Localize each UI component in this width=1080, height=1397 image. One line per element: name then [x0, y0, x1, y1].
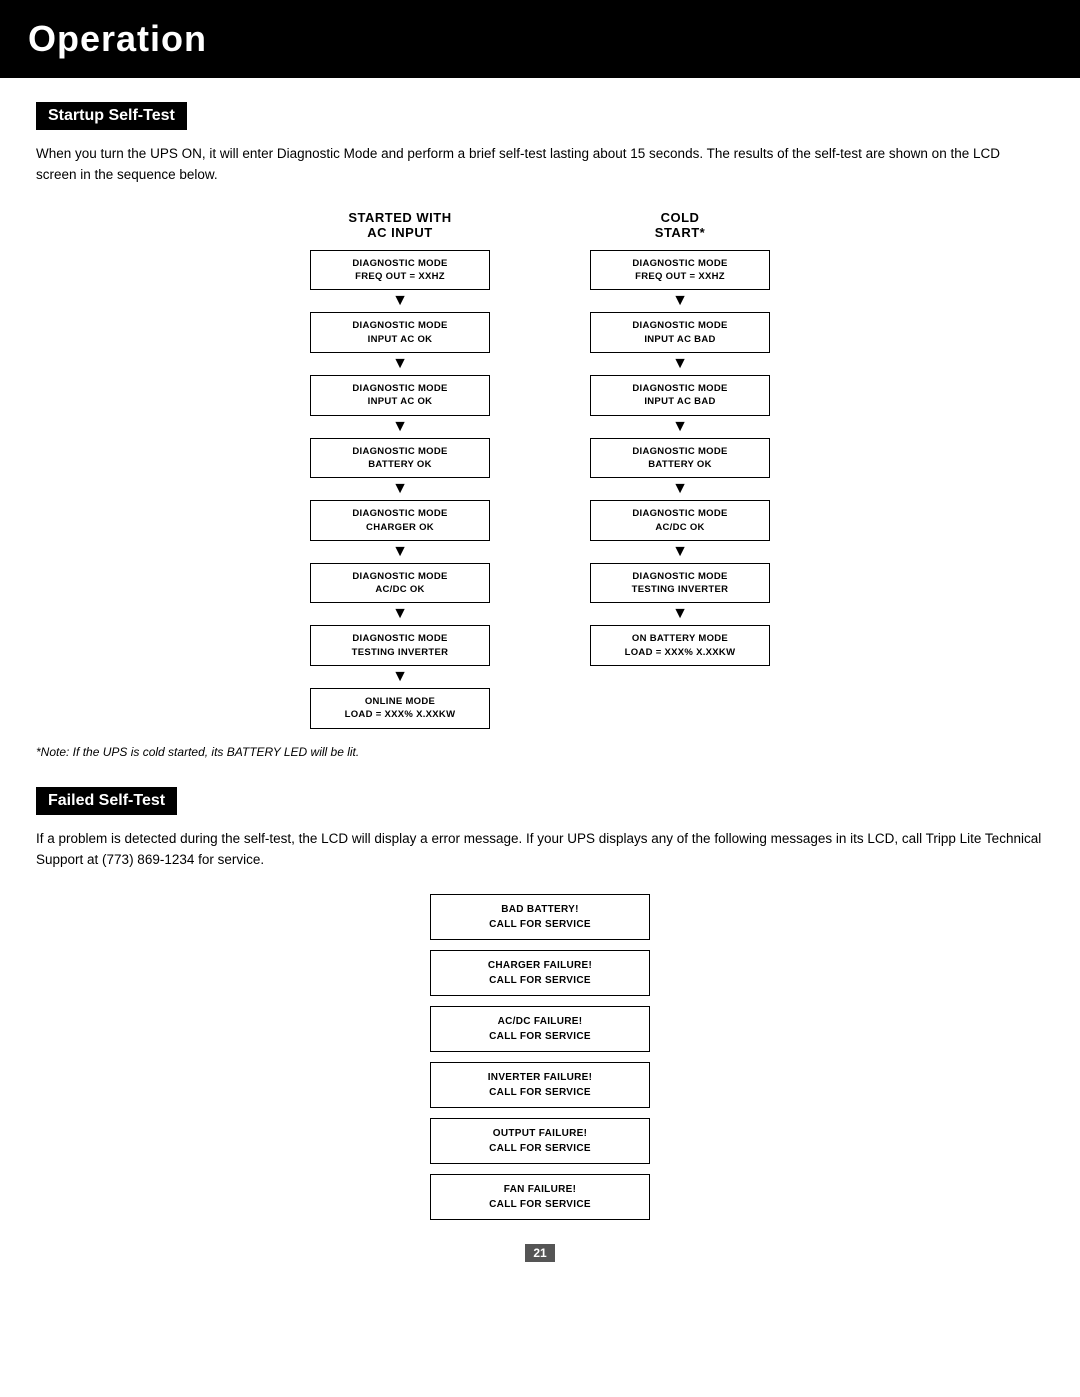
col2-arrow-1: ▼ — [672, 356, 688, 372]
failure-box-4: OUTPUT FAILURE! CALL FOR SERVICE — [430, 1118, 650, 1164]
col1-box-5: DIAGNOSTIC MODE AC/DC OK — [310, 563, 490, 604]
col1-header: Started With AC Input — [348, 210, 451, 240]
flowchart: Started With AC Input DIAGNOSTIC MODE FR… — [36, 210, 1044, 729]
col2-arrow-5: ▼ — [672, 606, 688, 622]
col1-arrow-6: ▼ — [392, 669, 408, 685]
failed-section: Failed Self-Test If a problem is detecte… — [36, 787, 1044, 1221]
failure-box-0: BAD BATTERY! CALL FOR SERVICE — [430, 894, 650, 940]
page-number: 21 — [525, 1244, 554, 1262]
main-content: Startup Self-Test When you turn the UPS … — [0, 102, 1080, 1302]
col1-box-1: DIAGNOSTIC MODE INPUT AC OK — [310, 312, 490, 353]
col1-arrow-2: ▼ — [392, 419, 408, 435]
failed-section-title: Failed Self-Test — [36, 787, 177, 815]
col1-arrow-1: ▼ — [392, 356, 408, 372]
col1-arrow-5: ▼ — [392, 606, 408, 622]
page-header: Operation — [0, 0, 1080, 78]
startup-section: Startup Self-Test When you turn the UPS … — [36, 102, 1044, 759]
col1-box-4: DIAGNOSTIC MODE CHARGER OK — [310, 500, 490, 541]
col2-arrow-3: ▼ — [672, 481, 688, 497]
col1-arrow-3: ▼ — [392, 481, 408, 497]
col2-box-4: DIAGNOSTIC MODE AC/DC OK — [590, 500, 770, 541]
col2-box-5: DIAGNOSTIC MODE TESTING INVERTER — [590, 563, 770, 604]
flow-column-cold: Cold Start* DIAGNOSTIC MODE FREQ OUT = X… — [580, 210, 780, 729]
col2-box-2: DIAGNOSTIC MODE INPUT AC BAD — [590, 375, 770, 416]
col1-box-2: DIAGNOSTIC MODE INPUT AC OK — [310, 375, 490, 416]
page-number-container: 21 — [36, 1244, 1044, 1262]
col2-box-6: ON BATTERY MODE LOAD = XXX% X.XXKW — [590, 625, 770, 666]
col1-arrow-0: ▼ — [392, 293, 408, 309]
col2-box-1: DIAGNOSTIC MODE INPUT AC BAD — [590, 312, 770, 353]
page-title: Operation — [28, 18, 1052, 60]
failure-box-3: INVERTER FAILURE! CALL FOR SERVICE — [430, 1062, 650, 1108]
col1-box-6: DIAGNOSTIC MODE TESTING INVERTER — [310, 625, 490, 666]
startup-note: *Note: If the UPS is cold started, its B… — [36, 745, 1044, 759]
failure-box-1: CHARGER FAILURE! CALL FOR SERVICE — [430, 950, 650, 996]
failure-box-5: FAN FAILURE! CALL FOR SERVICE — [430, 1174, 650, 1220]
startup-intro-text: When you turn the UPS ON, it will enter … — [36, 144, 1044, 186]
col1-box-3: DIAGNOSTIC MODE BATTERY OK — [310, 438, 490, 479]
col1-arrow-4: ▼ — [392, 544, 408, 560]
col2-arrow-4: ▼ — [672, 544, 688, 560]
startup-section-title: Startup Self-Test — [36, 102, 187, 130]
col1-box-7: ONLINE MODE LOAD = XXX% X.XXKW — [310, 688, 490, 729]
col2-box-3: DIAGNOSTIC MODE BATTERY OK — [590, 438, 770, 479]
col2-arrow-2: ▼ — [672, 419, 688, 435]
flow-column-ac: Started With AC Input DIAGNOSTIC MODE FR… — [300, 210, 500, 729]
col2-box-0: DIAGNOSTIC MODE FREQ OUT = XXHz — [590, 250, 770, 291]
col2-arrow-0: ▼ — [672, 293, 688, 309]
failure-box-2: AC/DC FAILURE! CALL FOR SERVICE — [430, 1006, 650, 1052]
col2-header: Cold Start* — [655, 210, 705, 240]
failure-boxes-list: BAD BATTERY! CALL FOR SERVICE CHARGER FA… — [36, 894, 1044, 1220]
failed-intro-text: If a problem is detected during the self… — [36, 829, 1044, 871]
col1-box-0: DIAGNOSTIC MODE FREQ OUT = XXHz — [310, 250, 490, 291]
